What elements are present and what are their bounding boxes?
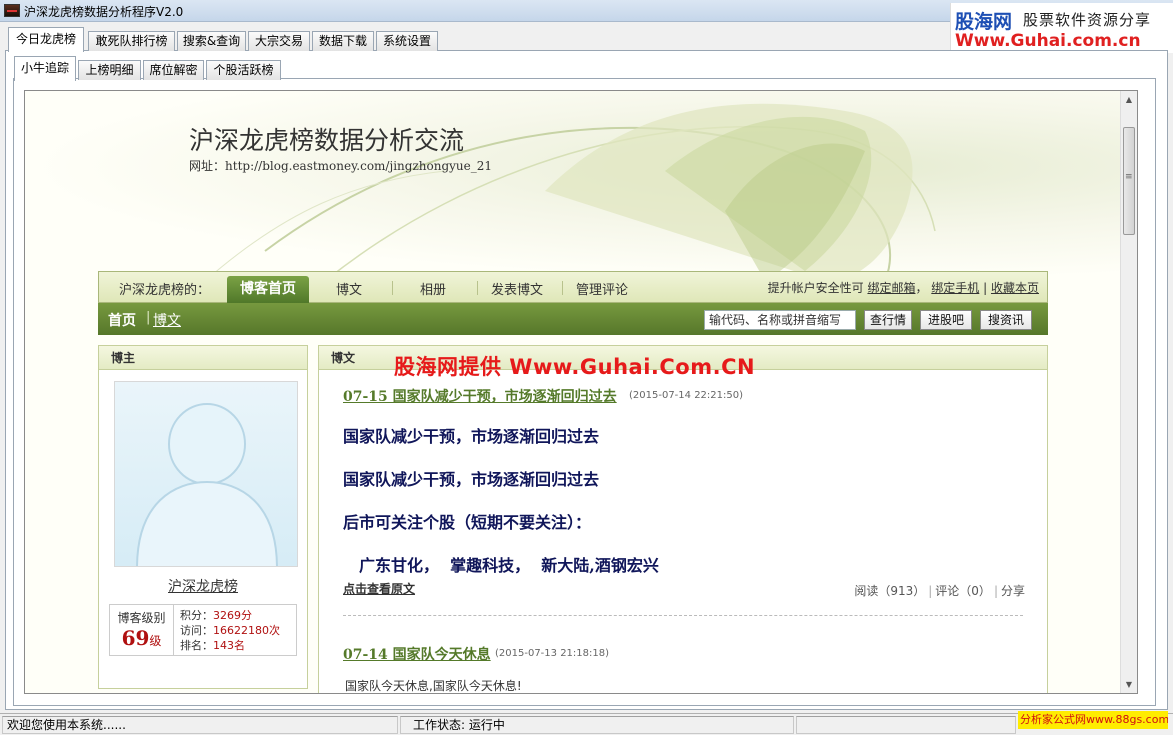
status-bar: 欢迎您使用本系统...... 工作状态: 运行中 [0, 713, 1173, 735]
status-working-state: 工作状态: 运行中 [400, 716, 794, 734]
blog-banner: 沪深龙虎榜数据分析交流 网址：http://blog.eastmoney.com… [25, 91, 1121, 281]
nav-posts[interactable]: 博文 [336, 279, 362, 298]
security-hint: 提升帐户安全性可 [767, 281, 864, 295]
level-unit: 级 [149, 634, 162, 648]
window-title: 沪深龙虎榜数据分析程序V2.0 [24, 5, 184, 19]
post-meta: 阅读（913） | 评论（0） | 分享 [854, 584, 1025, 598]
post-line: 国家队减少干预，市场逐渐回归过去 [343, 470, 600, 489]
stat-points-value: 3269分 [213, 609, 252, 622]
stat-rank: 排名：143名 [180, 637, 245, 653]
banner-decoration [204, 103, 936, 281]
blog-url-label: 网址： [189, 159, 226, 173]
stat-visits: 访问：16622180次 [180, 622, 280, 638]
app-icon [4, 4, 20, 17]
nav-owner-label: 沪深龙虎榜的： [119, 283, 211, 298]
tab-active-stocks[interactable]: 个股活跃榜 [206, 60, 281, 80]
default-avatar-icon [136, 403, 278, 566]
nav-divider [477, 281, 478, 295]
stat-rank-value: 143名 [213, 639, 245, 652]
share-link[interactable]: 分享 [1001, 584, 1025, 598]
post-time: (2015-07-14 22:21:50) [629, 390, 744, 401]
tab-block-trade[interactable]: 大宗交易 [248, 31, 310, 51]
stat-points: 积分：3269分 [180, 607, 252, 623]
brand-slogan: 股票软件资源分享 [1023, 11, 1152, 29]
stat-points-label: 积分： [180, 609, 213, 622]
quote-button[interactable]: 查行情 [864, 310, 912, 330]
blog-posts-box: 博文 股海网提供 Www.Guhai.Com.CN 07-15 国家队减少干预，… [318, 345, 1048, 693]
nav-new-post[interactable]: 发表博文 [491, 279, 543, 298]
scroll-thumb[interactable] [1123, 127, 1135, 235]
tab-seat-decode[interactable]: 席位解密 [143, 60, 204, 80]
post-excerpt: 国家队今天休息,国家队今天休息! [345, 679, 522, 693]
owner-box-heading: 博主 [99, 346, 307, 370]
stat-rank-label: 排名： [180, 639, 213, 652]
read-count: 阅读（913） [854, 584, 926, 598]
status-empty-cell [796, 716, 1016, 734]
tab-xiaoniu-tracking[interactable]: 小牛追踪 [14, 56, 76, 81]
stat-visits-label: 访问： [180, 624, 213, 637]
read-original-link[interactable]: 点击查看原文 [343, 580, 415, 597]
scroll-up-arrow-icon[interactable]: ▲ [1121, 91, 1137, 108]
blog-webview[interactable]: 沪深龙虎榜数据分析交流 网址：http://blog.eastmoney.com… [24, 90, 1138, 694]
tab-today-longhubang[interactable]: 今日龙虎榜 [8, 27, 84, 52]
avatar[interactable] [114, 381, 298, 567]
blog-subnav: 首页 | 博文 输代码、名称或拼音缩写 查行情 进股吧 搜资讯 [98, 303, 1048, 335]
tab-listing-details[interactable]: 上榜明细 [78, 60, 141, 80]
stock-search-input[interactable]: 输代码、名称或拼音缩写 [704, 310, 856, 330]
nav-album[interactable]: 相册 [420, 279, 446, 298]
tab-daredevil-ranking[interactable]: 敢死队排行榜 [88, 31, 175, 51]
post-line: 广东甘化， 掌趣科技， 新大陆,酒钢宏兴 [359, 556, 659, 575]
post-line: 国家队减少干预，市场逐渐回归过去 [343, 427, 600, 446]
post-line: 后市可关注个股（短期不要关注）： [343, 513, 592, 532]
news-search-button[interactable]: 搜资讯 [980, 310, 1032, 330]
tab-search-query[interactable]: 搜索&查询 [177, 31, 246, 51]
tab-data-download[interactable]: 数据下载 [312, 31, 374, 51]
blog-url-value[interactable]: http://blog.eastmoney.com/jingzhongyue_2… [225, 159, 492, 173]
level-value: 69 [121, 626, 150, 650]
stat-visits-value: 16622180次 [213, 624, 280, 637]
tab-system-settings[interactable]: 系统设置 [376, 31, 438, 51]
level-label: 博客级别 [117, 611, 166, 625]
nav-manage-comments[interactable]: 管理评论 [576, 279, 628, 298]
blog-owner-box: 博主 沪深龙虎榜 博客级别 69级 积分：3269分 访问：16622180次 … [98, 345, 308, 689]
post-title[interactable]: 07-15 国家队减少干预，市场逐渐回归过去 [343, 386, 617, 406]
nav-account-links: 提升帐户安全性可 绑定邮箱， 绑定手机 | 收藏本页 [767, 281, 1039, 295]
bind-email-link[interactable]: 绑定邮箱 [867, 281, 915, 295]
owner-stats: 博客级别 69级 积分：3269分 访问：16622180次 排名：143名 [109, 604, 297, 656]
brand-url: Www.Guhai.com.cn [955, 31, 1141, 51]
subnav-blog[interactable]: 博文 [153, 310, 181, 330]
watermark-text: 股海网提供 Www.Guhai.Com.CN [394, 355, 756, 379]
blog-url: 网址：http://blog.eastmoney.com/jingzhongyu… [189, 157, 492, 174]
webview-scrollbar[interactable]: ▲ ▼ [1120, 91, 1137, 693]
blog-level: 博客级别 69级 [110, 605, 174, 655]
bind-phone-link[interactable]: 绑定手机 [931, 281, 979, 295]
owner-name[interactable]: 沪深龙虎榜 [99, 576, 307, 596]
blog-title: 沪深龙虎榜数据分析交流 [189, 126, 465, 155]
forum-button[interactable]: 进股吧 [920, 310, 972, 330]
subnav-separator: | [146, 310, 151, 325]
brand-name: 股海网 [955, 11, 1013, 33]
post-divider [343, 615, 1023, 616]
nav-divider [392, 281, 393, 295]
post-title[interactable]: 07-14 国家队今天休息 [343, 644, 491, 664]
site-stamp: 分析家公式网www.88gs.com [1018, 711, 1168, 729]
subnav-home[interactable]: 首页 [108, 310, 136, 330]
scroll-down-arrow-icon[interactable]: ▼ [1121, 676, 1137, 693]
bookmark-link[interactable]: 收藏本页 [991, 281, 1039, 295]
status-welcome: 欢迎您使用本系统...... [2, 716, 398, 734]
blog-nav: 沪深龙虎榜的： 博客首页 博文 相册 发表博文 管理评论 提升帐户安全性可 绑定… [98, 271, 1048, 303]
nav-divider [562, 281, 563, 295]
nav-blog-home[interactable]: 博客首页 [227, 276, 309, 303]
comment-link[interactable]: 评论（0） [935, 584, 991, 598]
post-time: (2015-07-13 21:18:18) [495, 648, 610, 659]
brand-logo: 股海网 股票软件资源分享 Www.Guhai.com.cn [950, 3, 1173, 53]
